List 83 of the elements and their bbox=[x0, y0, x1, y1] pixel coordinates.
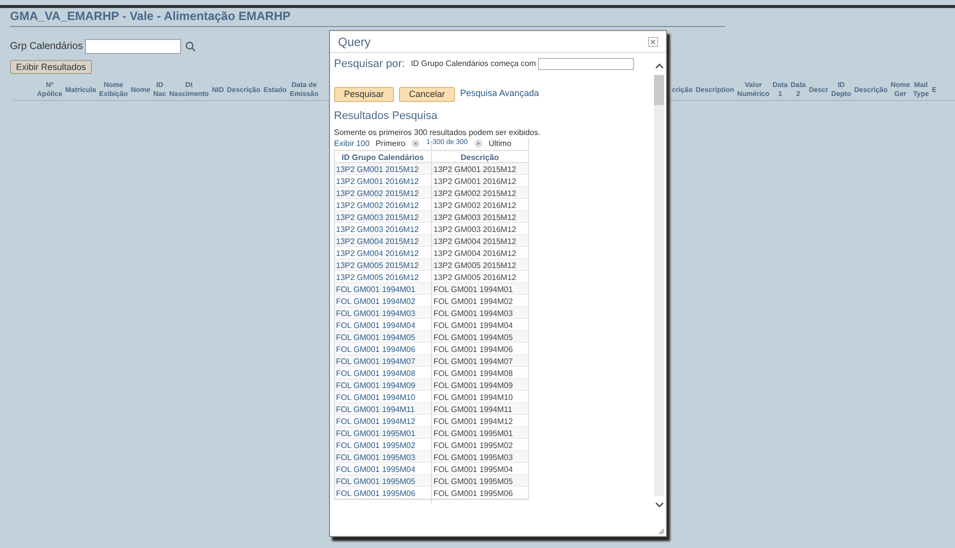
table-cell: FOL GM001 1995M06 bbox=[434, 489, 513, 498]
table-cell: 13P2 GM001 2016M12 bbox=[434, 177, 516, 186]
table-cell: FOL GM001 1994M05 bbox=[434, 333, 513, 342]
result-link[interactable]: FOL GM001 1995M05 bbox=[336, 477, 416, 486]
result-link[interactable]: 13P2 GM003 2016M12 bbox=[336, 225, 419, 234]
resize-grip-icon[interactable] bbox=[658, 528, 665, 535]
table-cell: FOL GM001 1994M08 bbox=[434, 369, 513, 378]
table-cell: 13P2 GM005 2016M12 bbox=[434, 273, 516, 282]
table-cell: FOL GM001 1994M11 bbox=[434, 405, 512, 414]
result-link[interactable]: FOL GM001 1994M02 bbox=[336, 297, 416, 306]
result-link[interactable]: FOL GM001 1995M06 bbox=[336, 489, 416, 498]
table-cell: FOL GM001 1995M05 bbox=[434, 477, 513, 486]
table-cell: FOL GM001 1994M12 bbox=[434, 417, 513, 426]
result-link[interactable]: 13P2 GM002 2016M12 bbox=[336, 201, 419, 210]
result-link[interactable]: FOL GM001 1995M01 bbox=[336, 429, 416, 438]
result-link[interactable]: FOL GM001 1995M04 bbox=[336, 465, 416, 474]
result-link[interactable]: 13P2 GM004 2016M12 bbox=[336, 249, 419, 258]
page-title: GMA_VA_EMARHP - Vale - Alimentação EMARHP bbox=[10, 9, 291, 23]
table-cell: FOL GM001 1995M04 bbox=[434, 465, 513, 474]
result-link[interactable]: 13P2 GM001 2015M12 bbox=[336, 165, 419, 174]
dialog-title: Query bbox=[338, 34, 371, 50]
table-cell: FOL GM001 1994M06 bbox=[434, 345, 513, 354]
first-label: Primeiro bbox=[376, 138, 406, 150]
result-link[interactable]: FOL GM001 1994M09 bbox=[336, 381, 416, 390]
table-cell: FOL GM001 1995M01 bbox=[434, 429, 513, 438]
show-100-link[interactable]: Exibir 100 bbox=[334, 138, 370, 150]
table-cell: FOL GM001 1995M03 bbox=[434, 453, 513, 462]
result-link[interactable]: FOL GM001 1995M03 bbox=[336, 453, 416, 462]
result-link[interactable]: FOL GM001 1994M04 bbox=[336, 321, 416, 330]
field-label: ID Grupo Calendários começa com bbox=[410, 58, 536, 70]
results-notice: Somente os primeiros 300 resultados podem ser exibidos. bbox=[334, 128, 540, 136]
result-link[interactable]: 13P2 GM004 2015M12 bbox=[336, 237, 419, 246]
scrollbar-thumb[interactable] bbox=[654, 75, 664, 105]
table-cell: FOL GM001 1994M01 bbox=[434, 285, 513, 294]
table-cell: 13P2 GM002 2016M12 bbox=[434, 201, 516, 210]
column-header: Descrição bbox=[460, 153, 499, 162]
result-link[interactable]: 13P2 GM002 2015M12 bbox=[336, 189, 419, 198]
table-cell: 13P2 GM001 2015M12 bbox=[434, 165, 516, 174]
scroll-up-icon[interactable] bbox=[654, 63, 664, 69]
previous-icon[interactable] bbox=[411, 139, 420, 148]
table-cell: 13P2 GM004 2016M12 bbox=[434, 249, 516, 258]
result-link[interactable]: 13P2 GM005 2015M12 bbox=[336, 261, 419, 270]
field-label: Grp Calendários bbox=[10, 40, 83, 54]
next-icon[interactable] bbox=[474, 139, 483, 148]
advanced-search-link[interactable]: Pesquisa Avançada bbox=[460, 87, 539, 101]
table-cell: 13P2 GM003 2016M12 bbox=[434, 225, 516, 234]
result-link[interactable]: 13P2 GM003 2015M12 bbox=[336, 213, 419, 222]
result-link[interactable]: FOL GM001 1994M07 bbox=[336, 357, 416, 366]
close-icon bbox=[650, 38, 656, 44]
calendar-group-field[interactable] bbox=[84, 39, 181, 54]
dialog-button[interactable]: Pesquisar bbox=[334, 86, 394, 102]
table-cell: 13P2 GM005 2015M12 bbox=[434, 261, 516, 270]
result-link[interactable]: FOL GM001 1994M11 bbox=[336, 405, 415, 414]
search-by-label: Pesquisar por: bbox=[334, 57, 405, 72]
table-cell: FOL GM001 1994M10 bbox=[434, 393, 513, 402]
result-link[interactable]: 13P2 GM001 2016M12 bbox=[336, 177, 419, 186]
table-cell: FOL GM001 1994M07 bbox=[434, 357, 513, 366]
show-results-button[interactable]: Exibir Resultados bbox=[10, 60, 92, 74]
results-title: Resultados Pesquisa bbox=[334, 110, 438, 122]
table-cell: FOL GM001 1994M09 bbox=[434, 381, 513, 390]
table-cell: FOL GM001 1994M02 bbox=[434, 297, 513, 306]
table-cell: FOL GM001 1994M03 bbox=[434, 309, 513, 318]
result-link[interactable]: FOL GM001 1994M08 bbox=[336, 369, 416, 378]
table-cell: 13P2 GM004 2015M12 bbox=[434, 237, 516, 246]
table-cell: FOL GM001 1995M02 bbox=[434, 441, 513, 450]
table-cell: FOL GM001 1994M04 bbox=[434, 321, 513, 330]
result-link[interactable]: FOL GM001 1994M12 bbox=[336, 417, 416, 426]
result-link[interactable]: FOL GM001 1994M10 bbox=[336, 393, 416, 402]
column-header: ID Grupo Calendários bbox=[342, 153, 424, 162]
result-link[interactable]: FOL GM001 1994M05 bbox=[336, 333, 416, 342]
close-button[interactable] bbox=[648, 36, 658, 46]
scroll-down-icon[interactable] bbox=[654, 502, 664, 508]
last-label: Último bbox=[488, 138, 512, 150]
result-link[interactable]: FOL GM001 1994M06 bbox=[336, 345, 416, 354]
result-link[interactable]: 13P2 GM005 2016M12 bbox=[336, 273, 419, 282]
result-link[interactable]: FOL GM001 1994M03 bbox=[336, 309, 416, 318]
dialog-button[interactable]: Cancelar bbox=[399, 86, 456, 102]
result-link[interactable]: FOL GM001 1994M01 bbox=[336, 285, 416, 294]
result-link[interactable]: FOL GM001 1995M02 bbox=[336, 441, 416, 450]
search-icon[interactable] bbox=[184, 41, 196, 52]
table-cell: 13P2 GM002 2015M12 bbox=[434, 189, 516, 198]
table-cell: 13P2 GM003 2015M12 bbox=[434, 213, 516, 222]
search-field[interactable] bbox=[538, 58, 634, 70]
